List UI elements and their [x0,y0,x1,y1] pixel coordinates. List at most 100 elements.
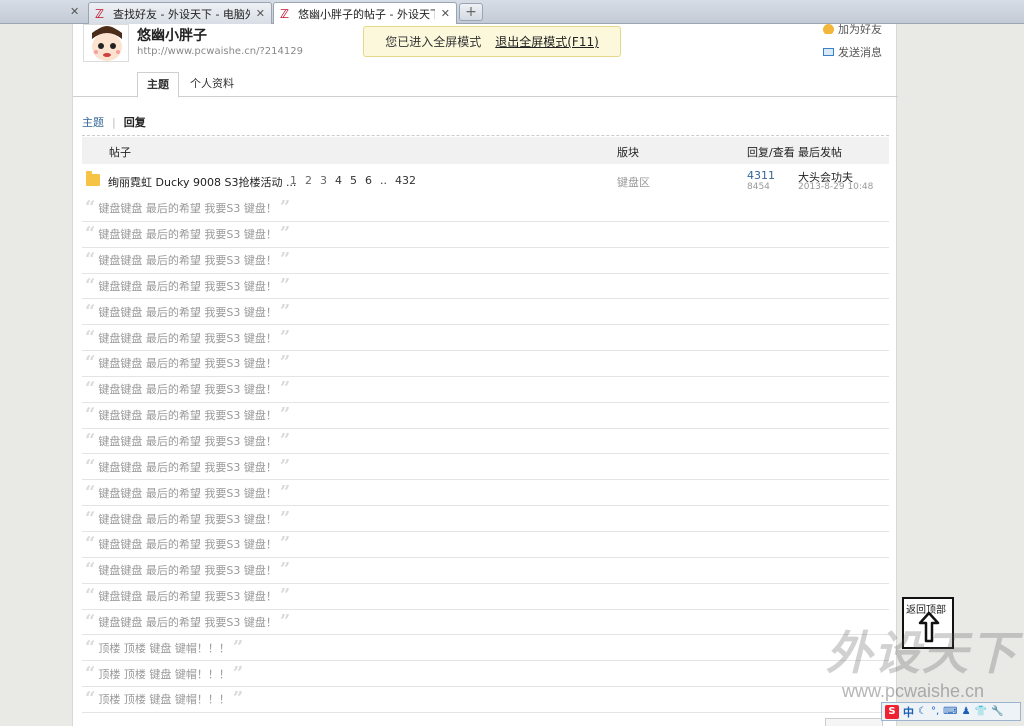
quote-close-icon: ” [279,455,291,477]
list-item[interactable]: “键盘键盘 最后的希望 我要S3 键盘！” [82,196,889,222]
table-row: 绚丽霓虹 Ducky 9008 S3抢楼活动 ... 1 2 3 4 5 6 .… [82,164,889,196]
reply-snippet[interactable]: 键盘键盘 最后的希望 我要S3 键盘！ [98,562,276,578]
quote-close-icon: ” [232,688,244,710]
list-item[interactable]: “键盘键盘 最后的希望 我要S3 键盘！” [82,351,889,377]
list-item[interactable]: “键盘键盘 最后的希望 我要S3 键盘！” [82,506,889,532]
pager-link[interactable]: 5 [350,174,357,187]
quote-open-icon: “ [85,533,96,555]
list-item[interactable]: “键盘键盘 最后的希望 我要S3 键盘！” [82,274,889,300]
subnav-replies-current[interactable]: 回复 [124,114,146,130]
pager-link[interactable]: 1 [290,174,297,187]
list-item[interactable]: “键盘键盘 最后的希望 我要S3 键盘！” [82,584,889,610]
list-item[interactable]: “键盘键盘 最后的希望 我要S3 键盘！” [82,532,889,558]
quote-close-icon: ” [279,223,291,245]
ime-moon-icon[interactable]: ☾ [918,706,927,717]
pager-link[interactable]: 3 [320,174,327,187]
ime-keyboard-icon[interactable]: ⌨ [943,706,957,717]
list-item[interactable]: “顶楼 顶楼 键盘 键帽！！！” [82,635,889,662]
pager-link[interactable]: 2 [305,174,312,187]
ime-skin-icon[interactable]: 👕 [975,706,987,717]
ime-logo-icon[interactable]: S [885,704,899,719]
reply-snippet[interactable]: 键盘键盘 最后的希望 我要S3 键盘！ [98,485,276,501]
ime-mode-toggle[interactable]: 中 [903,704,914,720]
watermark-logo: 外设天下 [826,626,1018,680]
list-item[interactable]: “键盘键盘 最后的希望 我要S3 键盘！” [82,248,889,274]
list-item[interactable]: “键盘键盘 最后的希望 我要S3 键盘！” [82,454,889,481]
thread-title-link[interactable]: 绚丽霓虹 Ducky 9008 S3抢楼活动 ... [108,174,296,190]
reply-count[interactable]: 4311 [747,169,775,182]
reply-snippet[interactable]: 键盘键盘 最后的希望 我要S3 键盘！ [98,226,276,242]
reply-snippet[interactable]: 键盘键盘 最后的希望 我要S3 键盘！ [98,304,276,320]
subnav-topics-link[interactable]: 主题 [82,114,104,130]
profile-username: 悠幽小胖子 [137,28,207,44]
subnav: 主题 | 回复 [82,114,146,130]
reply-snippet[interactable]: 键盘键盘 最后的希望 我要S3 键盘！ [98,407,276,423]
reply-snippet[interactable]: 键盘键盘 最后的希望 我要S3 键盘！ [98,200,276,216]
reply-snippet[interactable]: 键盘键盘 最后的希望 我要S3 键盘！ [98,252,276,268]
quote-open-icon: “ [85,274,96,296]
quote-close-icon: ” [279,326,291,348]
reply-snippet[interactable]: 顶楼 顶楼 键盘 键帽！！！ [98,666,230,682]
quote-open-icon: “ [85,326,96,348]
reply-snippet[interactable]: 键盘键盘 最后的希望 我要S3 键盘！ [98,433,276,449]
reply-snippet[interactable]: 键盘键盘 最后的希望 我要S3 键盘！ [98,278,276,294]
reply-snippet[interactable]: 键盘键盘 最后的希望 我要S3 键盘！ [98,614,276,630]
browser-tab-user-posts[interactable]: ℤ 悠幽小胖子的帖子 - 外设天下 ✕ [273,2,457,24]
profile-tabs: 主题 个人资料 [73,72,898,98]
board-link[interactable]: 键盘区 [617,174,650,190]
list-item[interactable]: “键盘键盘 最后的希望 我要S3 键盘！” [82,377,889,403]
quote-close-icon: ” [279,585,291,607]
ime-settings-icon[interactable]: 🔧 [991,706,1003,717]
reply-snippet[interactable]: 键盘键盘 最后的希望 我要S3 键盘！ [98,459,276,475]
pager-link[interactable]: 432 [395,174,416,187]
reply-snippet[interactable]: 键盘键盘 最后的希望 我要S3 键盘！ [98,588,276,604]
list-item[interactable]: “键盘键盘 最后的希望 我要S3 键盘！” [82,429,889,455]
send-message-link[interactable]: 发送消息 [823,44,882,60]
reply-list: “键盘键盘 最后的希望 我要S3 键盘！” “键盘键盘 最后的希望 我要S3 键盘… [82,196,889,713]
list-item[interactable]: “键盘键盘 最后的希望 我要S3 键盘！” [82,558,889,584]
quote-close-icon: ” [279,352,291,374]
tab-close-icon[interactable]: ✕ [70,5,79,18]
list-item[interactable]: “键盘键盘 最后的希望 我要S3 键盘！” [82,299,889,326]
pager-link[interactable]: 4 [335,174,342,187]
avatar[interactable] [83,24,129,62]
quote-open-icon: “ [85,662,96,684]
list-item[interactable]: “键盘键盘 最后的希望 我要S3 键盘！” [82,403,889,429]
reply-snippet[interactable]: 键盘键盘 最后的希望 我要S3 键盘！ [98,511,276,527]
tab-profile[interactable]: 个人资料 [181,72,243,97]
ime-punctuation-icon[interactable]: °, [931,706,939,717]
browser-tab-bar: ✕ ℤ 查找好友 - 外设天下 - 电脑外 ✕ ℤ 悠幽小胖子的帖子 - 外设天… [0,0,1024,24]
quote-close-icon: ” [279,274,291,296]
reply-snippet[interactable]: 键盘键盘 最后的希望 我要S3 键盘！ [98,381,276,397]
reply-snippet[interactable]: 顶楼 顶楼 键盘 键帽！！！ [98,691,230,707]
browser-tab-find-friends[interactable]: ℤ 查找好友 - 外设天下 - 电脑外 ✕ [88,2,272,24]
new-tab-button[interactable]: + [459,3,483,21]
list-item[interactable]: “键盘键盘 最后的希望 我要S3 键盘！” [82,480,889,507]
tab-title: 悠幽小胖子的帖子 - 外设天下 [298,7,435,21]
tab-close-icon[interactable]: ✕ [256,7,265,20]
list-item[interactable]: “键盘键盘 最后的希望 我要S3 键盘！” [82,610,889,636]
list-item[interactable]: “键盘键盘 最后的希望 我要S3 键盘！” [82,325,889,352]
header-stats: 回复/查看 [747,146,795,159]
quote-open-icon: “ [85,636,96,658]
reply-snippet[interactable]: 键盘键盘 最后的希望 我要S3 键盘！ [98,330,276,346]
tab-topics[interactable]: 主题 [137,72,179,98]
exit-fullscreen-link[interactable]: 退出全屏模式(F11) [495,33,599,50]
reply-snippet[interactable]: 键盘键盘 最后的希望 我要S3 键盘！ [98,355,276,371]
add-friend-link[interactable]: 加为好友 [823,24,882,34]
pager-link[interactable]: 6 [365,174,372,187]
quote-open-icon: “ [85,455,96,477]
reply-snippet[interactable]: 键盘键盘 最后的希望 我要S3 键盘！ [98,536,276,552]
reply-snippet[interactable]: 顶楼 顶楼 键盘 键帽！！！ [98,640,230,656]
list-item[interactable]: “顶楼 顶楼 键盘 键帽！！！” [82,687,889,713]
quote-open-icon: “ [85,430,96,452]
add-friend-label: 加为好友 [838,24,882,34]
profile-url[interactable]: http://www.pcwaishe.cn/?214129 [137,46,303,57]
tab-close-icon[interactable]: ✕ [441,7,450,20]
bottom-button[interactable] [825,718,883,726]
quote-close-icon: ” [279,507,291,529]
quote-open-icon: “ [85,559,96,581]
ime-user-icon[interactable]: ♟ [962,706,971,717]
list-item[interactable]: “键盘键盘 最后的希望 我要S3 键盘！” [82,222,889,248]
list-item[interactable]: “顶楼 顶楼 键盘 键帽！！！” [82,661,889,688]
